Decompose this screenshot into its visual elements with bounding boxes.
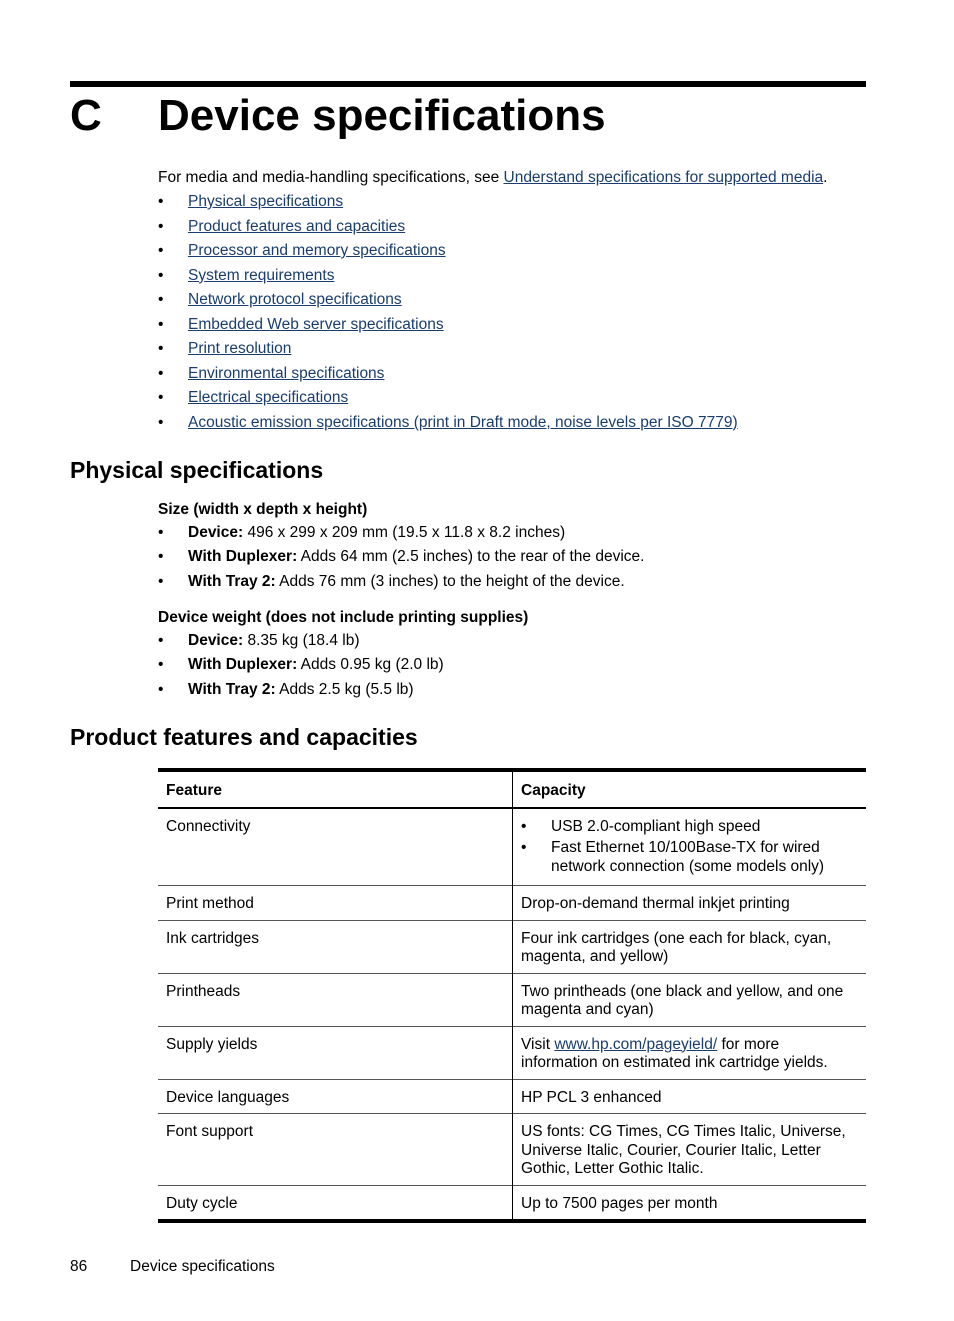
- toc-link-features[interactable]: Product features and capacities: [188, 217, 405, 237]
- toc-link-system[interactable]: System requirements: [188, 266, 334, 286]
- capacity-list-item: • USB 2.0-compliant high speed: [521, 818, 858, 837]
- feature-cell: Printheads: [158, 972, 513, 1026]
- intro-period: .: [823, 169, 828, 186]
- features-heading: Product features and capacities: [70, 724, 418, 750]
- bullet-icon: •: [158, 242, 164, 259]
- connectivity-list: • USB 2.0-compliant high speed • Fast Ethe…: [521, 818, 858, 877]
- feature-cell: Device languages: [158, 1078, 513, 1114]
- table-header-row: Feature Capacity: [158, 770, 866, 809]
- capacity-cell: • USB 2.0-compliant high speed • Fast Ethe…: [513, 808, 867, 886]
- intro-text: For media and media-handling specificati…: [158, 169, 504, 186]
- toc-link-ews[interactable]: Embedded Web server specifications: [188, 315, 444, 335]
- toc-link-network[interactable]: Network protocol specifications: [188, 290, 402, 310]
- item-label: With Duplexer:: [188, 656, 298, 674]
- capacity-cell: Two printheads (one black and yellow, an…: [512, 972, 866, 1026]
- toc-link-environmental[interactable]: Environmental specifications: [188, 364, 384, 384]
- bullet-icon: •: [158, 389, 164, 406]
- item-value: Adds 0.95 kg (2.0 lb): [297, 656, 444, 674]
- bullet-icon: •: [158, 364, 164, 382]
- bullet-icon: •: [158, 266, 164, 284]
- item-value: Adds 2.5 kg (5.5 lb): [275, 680, 414, 698]
- bullet-icon: •: [521, 817, 527, 835]
- bullet-icon: •: [158, 217, 164, 235]
- intro-paragraph: For media and media-handling specificati…: [158, 168, 827, 188]
- capacity-text: USB 2.0-compliant high speed: [551, 817, 761, 835]
- capacity-cell: Four ink cartridges (one each for black,…: [512, 919, 866, 973]
- bullet-icon: •: [158, 524, 164, 541]
- capacity-text: Visit: [521, 1035, 555, 1053]
- toc-link-electrical[interactable]: Electrical specifications: [188, 388, 348, 408]
- item-label: With Tray 2:: [188, 572, 276, 590]
- table-row: Print method Drop-on-demand thermal inkj…: [158, 885, 866, 920]
- bullet-icon: •: [158, 291, 164, 308]
- toc-link-acoustic[interactable]: Acoustic emission specifications (print …: [188, 413, 738, 433]
- feature-cell: Connectivity: [158, 807, 513, 886]
- item-label: With Duplexer:: [188, 548, 298, 566]
- feature-cell: Ink cartridges: [158, 919, 513, 973]
- feature-cell: Print method: [158, 885, 513, 920]
- chapter-top-rule: [70, 81, 866, 87]
- capacity-cell: Up to 7500 pages per month: [512, 1184, 866, 1221]
- capacity-cell: Visit www.hp.com/pageyield/ for more inf…: [512, 1025, 866, 1079]
- table-row: Supply yields Visit www.hp.com/pageyield…: [158, 1025, 866, 1079]
- bullet-icon: •: [158, 656, 164, 674]
- toc-link-processor[interactable]: Processor and memory specifications: [188, 241, 446, 261]
- chapter-letter: C: [70, 91, 102, 140]
- feature-cell: Supply yields: [158, 1025, 513, 1079]
- capacity-cell: US fonts: CG Times, CG Times Italic, Uni…: [512, 1113, 866, 1185]
- bullet-icon: •: [158, 548, 164, 566]
- feature-cell: Font support: [158, 1113, 513, 1185]
- item-value: Adds 76 mm (3 inches) to the height of t…: [275, 572, 625, 590]
- table-row: Font support US fonts: CG Times, CG Time…: [158, 1113, 866, 1185]
- item-value: Adds 64 mm (2.5 inches) to the rear of t…: [297, 548, 645, 566]
- bullet-icon: •: [158, 413, 164, 431]
- chapter-title: Device specifications: [158, 91, 606, 140]
- item-value: 496 x 299 x 209 mm (19.5 x 11.8 x 8.2 in…: [243, 524, 566, 541]
- footer-section-title: Device specifications: [130, 1258, 275, 1275]
- capacity-text: Fast Ethernet 10/100Base-TX for wired ne…: [551, 839, 825, 875]
- size-subheading: Size (width x depth x height): [158, 501, 368, 518]
- weight-subheading: Device weight (does not include printing…: [158, 609, 529, 626]
- bullet-icon: •: [158, 572, 164, 590]
- bullet-icon: •: [158, 632, 164, 649]
- bullet-icon: •: [158, 680, 164, 698]
- item-label: Device:: [188, 524, 244, 541]
- capacity-cell: Drop-on-demand thermal inkjet printing: [512, 885, 866, 920]
- item-value: 8.35 kg (18.4 lb): [243, 632, 360, 649]
- supported-media-link[interactable]: Understand specifications for supported …: [504, 169, 824, 186]
- toc-link-physical[interactable]: Physical specifications: [188, 192, 343, 212]
- pageyield-link[interactable]: www.hp.com/pageyield/: [554, 1036, 717, 1053]
- capacity-cell: HP PCL 3 enhanced: [512, 1078, 866, 1114]
- column-header-feature: Feature: [158, 770, 513, 809]
- table-row: Printheads Two printheads (one black and…: [158, 972, 866, 1026]
- column-header-capacity: Capacity: [512, 770, 866, 809]
- table-row: Duty cycle Up to 7500 pages per month: [158, 1184, 866, 1221]
- table-row: Ink cartridges Four ink cartridges (one …: [158, 919, 866, 973]
- toc-link-resolution[interactable]: Print resolution: [188, 339, 291, 359]
- bullet-icon: •: [158, 340, 164, 357]
- table-row: Connectivity • USB 2.0-compliant high spe…: [158, 807, 867, 886]
- feature-cell: Duty cycle: [158, 1184, 513, 1221]
- item-label: With Tray 2:: [188, 680, 276, 698]
- bullet-icon: •: [521, 839, 527, 856]
- item-label: Device:: [188, 632, 244, 649]
- features-table: Feature Capacity Connectivity • USB 2.0-c…: [158, 768, 866, 1223]
- capacity-list-item: • Fast Ethernet 10/100Base-TX for wired n…: [521, 839, 858, 876]
- bullet-icon: •: [158, 193, 164, 210]
- bullet-icon: •: [158, 315, 164, 333]
- physical-specs-heading: Physical specifications: [70, 457, 324, 483]
- page-number: 86: [70, 1258, 88, 1275]
- table-row: Device languages HP PCL 3 enhanced: [158, 1078, 866, 1114]
